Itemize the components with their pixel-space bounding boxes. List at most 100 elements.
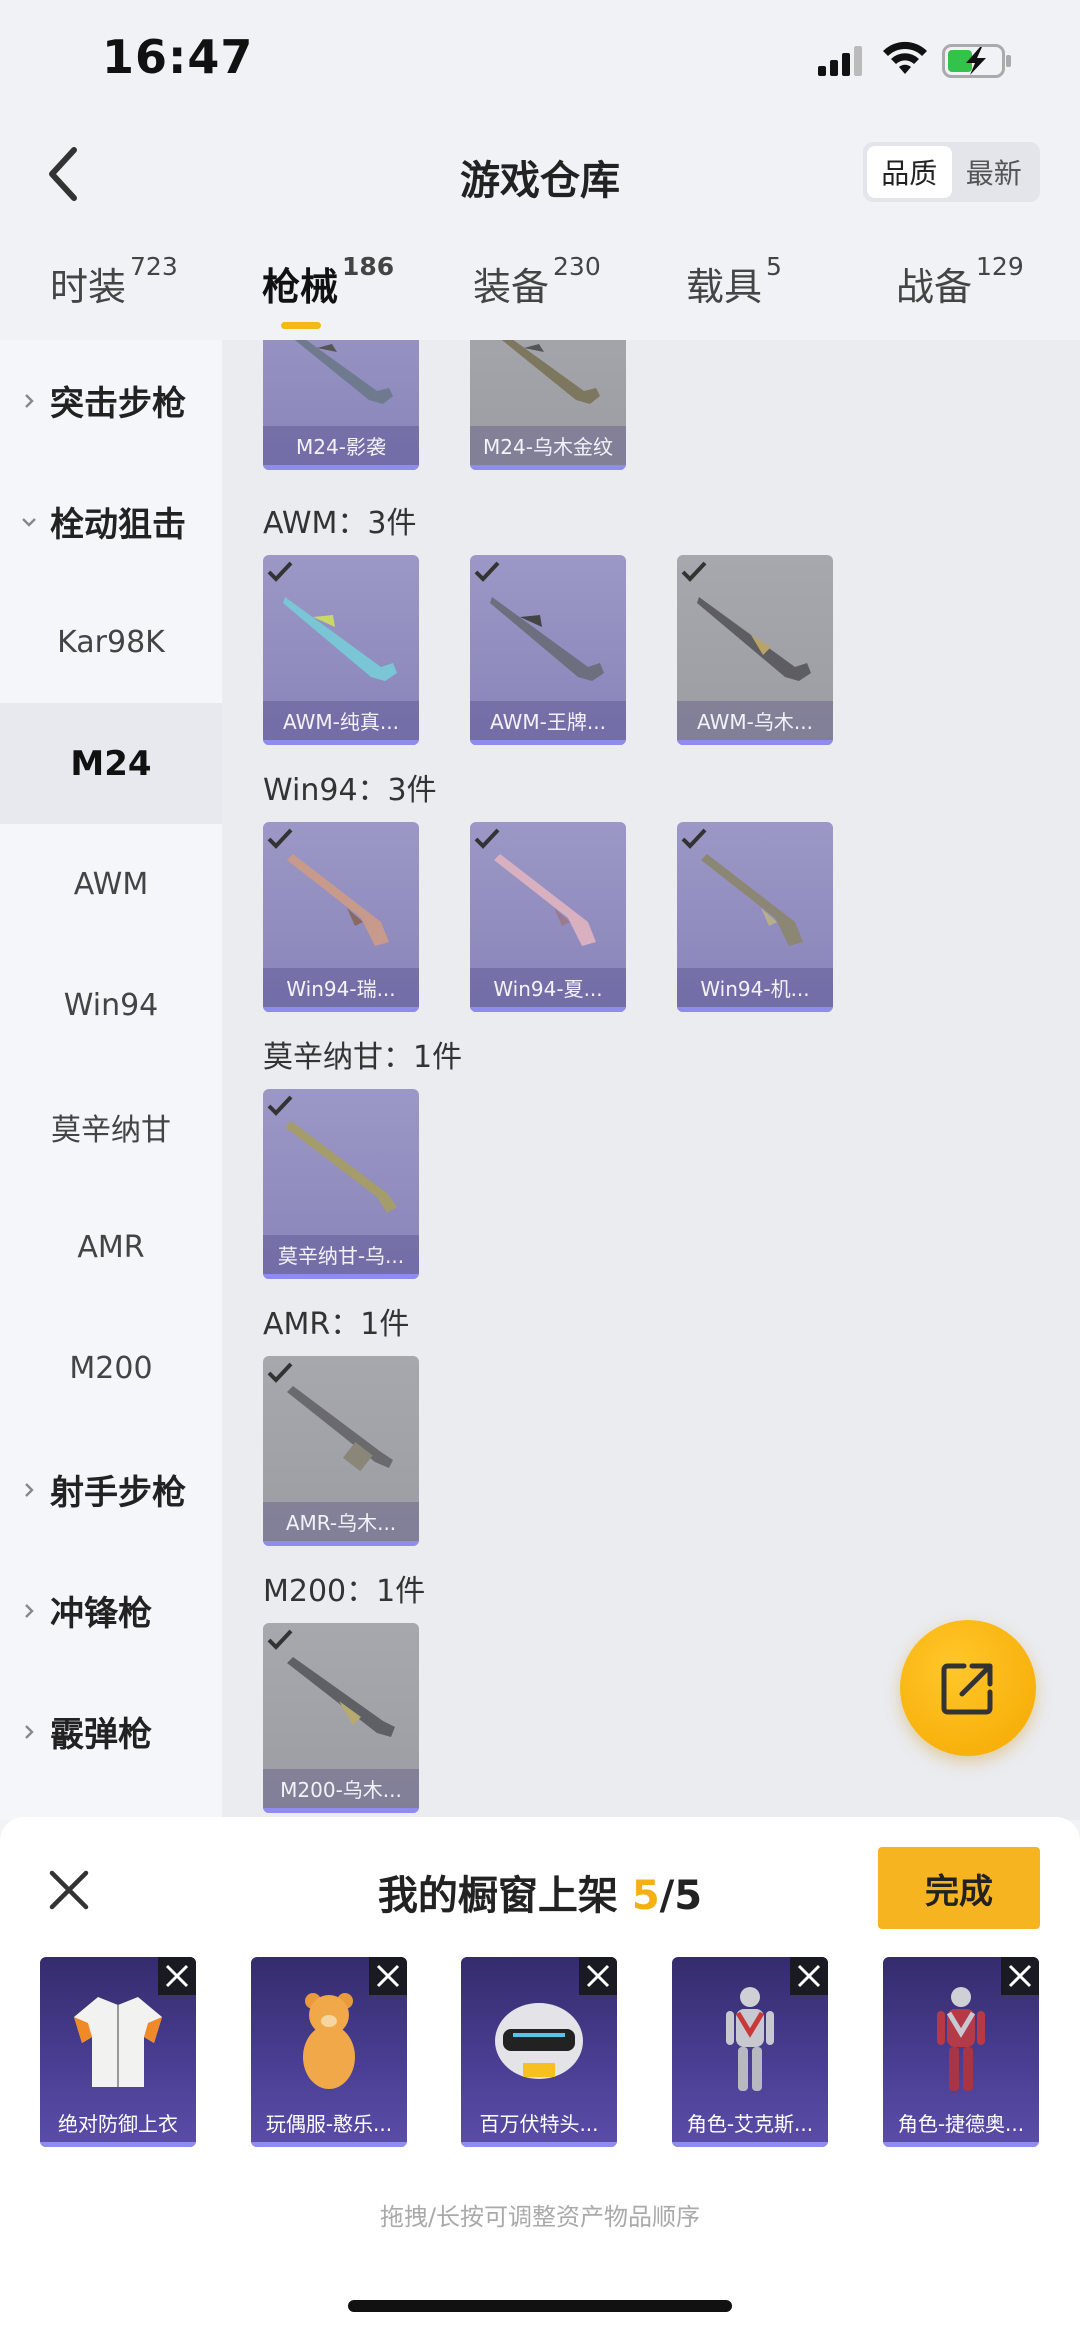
sidebar-item-amr[interactable]: AMR — [0, 1187, 222, 1308]
remove-item-button[interactable] — [790, 1957, 828, 1995]
tab-count: 129 — [976, 252, 1024, 281]
showcase-item[interactable]: 百万伏特头... — [461, 1957, 617, 2147]
tab-weapons[interactable]: 枪械 186 — [262, 252, 394, 311]
rarity-bar — [677, 740, 833, 745]
remove-item-button[interactable] — [579, 1957, 617, 1995]
sidebar-item-win94[interactable]: Win94 — [0, 945, 222, 1066]
sheet-title-text: 我的橱窗上架 — [377, 1873, 632, 1919]
section-header-awm: AWM：3件 — [263, 506, 417, 541]
section-header-mosin: 莫辛纳甘：1件 — [263, 1040, 463, 1075]
rarity-bar — [883, 2142, 1039, 2147]
weapon-card[interactable]: 莫辛纳甘-乌... — [263, 1089, 419, 1279]
rarity-bar — [263, 1808, 419, 1813]
rifle-icon — [501, 340, 600, 404]
weapon-card[interactable]: M24-影袭 — [263, 340, 419, 470]
rarity-bar — [263, 465, 419, 470]
done-button[interactable]: 完成 — [878, 1847, 1040, 1929]
tab-count: 186 — [342, 252, 395, 281]
close-icon — [376, 1964, 400, 1988]
rifle-icon — [287, 1386, 393, 1472]
rifle-icon — [294, 340, 393, 404]
rarity-bar — [263, 1007, 419, 1012]
sort-quality-option[interactable]: 品质 — [867, 146, 952, 198]
close-icon — [165, 1964, 189, 1988]
weapon-card[interactable]: AWM-王牌... — [470, 555, 626, 745]
rarity-bar — [263, 740, 419, 745]
chevron-right-icon — [25, 1724, 34, 1739]
chevron-down-icon — [22, 517, 36, 527]
showcase-item[interactable]: 角色-艾克斯... — [672, 1957, 828, 2147]
showcase-item[interactable]: 角色-捷德奥... — [883, 1957, 1039, 2147]
remove-item-button[interactable] — [369, 1957, 407, 1995]
sort-newest-option[interactable]: 最新 — [952, 146, 1037, 198]
status-bar: 16:47 — [0, 0, 1080, 120]
sidebar-group-shotgun[interactable]: 霰弹枪 — [0, 1671, 222, 1792]
helmet-icon — [495, 2003, 583, 2079]
tab-fashion[interactable]: 时装 723 — [50, 252, 178, 311]
rarity-bar — [263, 1274, 419, 1279]
weapon-name: AMR-乌木... — [285, 1511, 397, 1535]
rarity-bar — [251, 2142, 407, 2147]
weapon-card[interactable]: M200-乌木... — [263, 1623, 419, 1813]
share-icon — [941, 1663, 993, 1715]
remove-item-button[interactable] — [158, 1957, 196, 1995]
showcase-total: /5 — [659, 1873, 703, 1919]
showcase-item-name: 角色-捷德奥... — [897, 2112, 1025, 2136]
showcase-item[interactable]: 绝对防御上衣 — [40, 1957, 196, 2147]
tab-supplies[interactable]: 战备 129 — [896, 252, 1024, 311]
chevron-right-icon — [25, 1482, 34, 1497]
tab-equipment[interactable]: 装备 230 — [473, 252, 601, 311]
chevron-right-icon — [25, 1603, 34, 1618]
weapon-name: 莫辛纳甘-乌... — [277, 1244, 405, 1268]
weapon-card[interactable]: Win94-机... — [677, 822, 833, 1012]
home-indicator — [348, 2300, 732, 2312]
sidebar-item-m24[interactable]: M24 — [0, 703, 222, 824]
tab-vehicles[interactable]: 载具 5 — [686, 252, 782, 311]
share-button[interactable] — [900, 1620, 1036, 1756]
sidebar-item-kar98k[interactable]: Kar98K — [0, 582, 222, 703]
rarity-bar — [40, 2142, 196, 2147]
sidebar-group-assault-rifle[interactable]: 突击步枪 — [0, 340, 222, 461]
weapon-name: M24-影袭 — [296, 435, 386, 459]
rifle-icon — [287, 1657, 395, 1737]
active-tab-indicator — [281, 322, 321, 329]
hero-figure-icon — [726, 1987, 774, 2091]
chevron-right-icon — [25, 393, 34, 408]
weapon-card[interactable]: AWM-纯真... — [263, 555, 419, 745]
lever-rifle-icon — [494, 854, 596, 946]
sidebar-group-marksman-rifle[interactable]: 射手步枪 — [0, 1429, 222, 1550]
tab-label: 枪械 — [262, 265, 339, 309]
hero-figure-icon — [937, 1987, 985, 2091]
category-tabs: 时装 723 枪械 186 装备 230 载具 5 战备 129 — [0, 250, 1080, 340]
weapon-card[interactable]: AWM-乌木... — [677, 555, 833, 745]
sidebar-group-bolt-sniper[interactable]: 栓动狙击 — [0, 461, 222, 582]
remove-item-button[interactable] — [1001, 1957, 1039, 1995]
tab-label: 装备 — [473, 265, 550, 309]
weapon-name: Win94-夏... — [493, 977, 603, 1001]
weapon-card[interactable]: M24-乌木金纹 — [470, 340, 626, 470]
reorder-hint: 拖拽/长按可调整资产物品顺序 — [379, 2203, 701, 2231]
showcase-count: 5 — [631, 1873, 660, 1919]
sidebar-group-smg[interactable]: 冲锋枪 — [0, 1550, 222, 1671]
rarity-bar — [672, 2142, 828, 2147]
showcase-item[interactable]: 玩偶服-憨乐... — [251, 1957, 407, 2147]
rifle-icon — [490, 597, 604, 681]
sidebar-item-mosin[interactable]: 莫辛纳甘 — [0, 1066, 222, 1187]
rarity-bar — [470, 1007, 626, 1012]
tab-label: 时装 — [50, 265, 127, 309]
weapon-card[interactable]: Win94-夏... — [470, 822, 626, 1012]
weapon-card[interactable]: AMR-乌木... — [263, 1356, 419, 1546]
sidebar-item-awm[interactable]: AWM — [0, 824, 222, 945]
tab-count: 723 — [130, 252, 178, 281]
weapon-card[interactable]: Win94-瑞... — [263, 822, 419, 1012]
rarity-bar — [461, 2142, 617, 2147]
showcase-item-name: 绝对防御上衣 — [58, 2112, 178, 2136]
sort-toggle: 品质 最新 — [863, 142, 1040, 202]
rarity-bar — [677, 1007, 833, 1012]
sidebar-item-m200[interactable]: M200 — [0, 1308, 222, 1429]
weapon-name: Win94-机... — [700, 977, 810, 1001]
tab-label: 载具 — [686, 265, 763, 309]
weapon-name: AWM-乌木... — [697, 710, 813, 734]
weapon-category-sidebar: 突击步枪 栓动狙击 Kar98K M24 AWM Win94 莫辛纳甘 AMR … — [0, 340, 222, 1820]
sidebar-item-label: 霰弹枪 — [50, 1715, 152, 1755]
